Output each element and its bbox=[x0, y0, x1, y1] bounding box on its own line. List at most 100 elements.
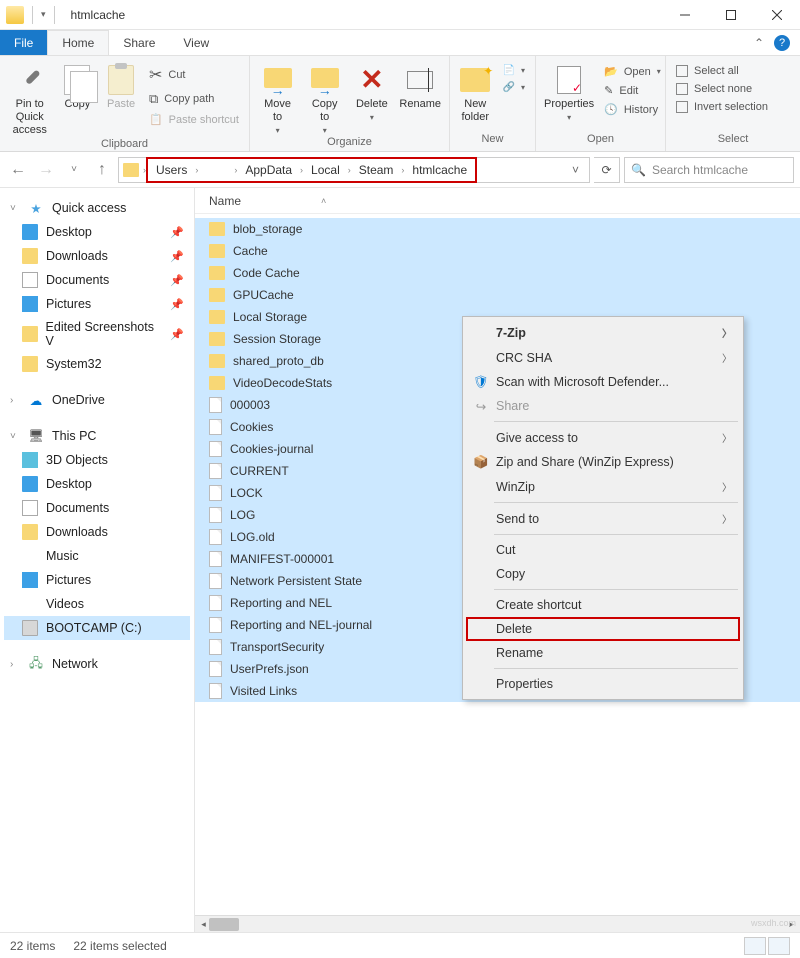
context-menu-item[interactable]: ↪Share bbox=[466, 394, 740, 418]
chevron-right-icon: 〉 bbox=[722, 479, 732, 494]
context-menu-item[interactable]: 7-Zip〉 bbox=[466, 320, 740, 345]
details-view-button[interactable] bbox=[744, 937, 766, 955]
context-menu-item[interactable]: 📦Zip and Share (WinZip Express) bbox=[466, 450, 740, 474]
file-icon bbox=[209, 397, 222, 413]
chevron-right-icon: 〉 bbox=[722, 350, 732, 365]
search-input[interactable]: 🔍 Search htmlcache bbox=[624, 157, 794, 183]
back-button[interactable]: ← bbox=[6, 158, 30, 182]
breadcrumb[interactable]: htmlcache bbox=[408, 161, 471, 179]
edit-button[interactable]: ✎Edit bbox=[602, 83, 663, 98]
up-button[interactable]: ↑ bbox=[90, 158, 114, 182]
folder-icon bbox=[209, 310, 225, 324]
nav-quick-access[interactable]: ˅★Quick access bbox=[4, 196, 190, 220]
nav-item[interactable]: Pictures bbox=[4, 568, 190, 592]
maximize-button[interactable] bbox=[708, 0, 754, 30]
nav-item[interactable]: Documents bbox=[4, 496, 190, 520]
nav-item[interactable]: System32 bbox=[4, 352, 190, 376]
forward-button[interactable]: → bbox=[34, 158, 58, 182]
properties-button[interactable]: Properties▾ bbox=[544, 60, 594, 123]
context-menu-item[interactable]: Rename bbox=[466, 641, 740, 665]
chevron-right-icon: 〉 bbox=[722, 430, 732, 445]
ribbon-tabs: File Home Share View ⌃ ? bbox=[0, 30, 800, 56]
file-icon bbox=[209, 419, 222, 435]
thumbnails-view-button[interactable] bbox=[768, 937, 790, 955]
file-row[interactable]: GPUCache bbox=[195, 284, 800, 306]
copy-path-button[interactable]: ⧉Copy path bbox=[147, 90, 241, 108]
context-menu-item[interactable]: Send to〉 bbox=[466, 506, 740, 531]
context-menu-item[interactable]: Create shortcut bbox=[466, 593, 740, 617]
copy-button[interactable]: Copy bbox=[60, 60, 96, 111]
context-menu-item[interactable]: 🛡Scan with Microsoft Defender... bbox=[466, 370, 740, 394]
docs-icon bbox=[22, 272, 38, 288]
recent-locations-button[interactable]: ˅ bbox=[62, 158, 86, 182]
address-bar-row: ← → ˅ ↑ › Users› › AppData› Local› Steam… bbox=[0, 152, 800, 188]
nav-this-pc[interactable]: ˅🖥This PC bbox=[4, 424, 190, 448]
rename-button[interactable]: Rename bbox=[399, 60, 441, 111]
nav-item[interactable]: Downloads bbox=[4, 520, 190, 544]
context-menu-item[interactable]: Delete bbox=[466, 617, 740, 641]
paste-button[interactable]: Paste bbox=[103, 60, 139, 111]
nav-onedrive[interactable]: ›☁OneDrive bbox=[4, 388, 190, 412]
nav-item[interactable]: Pictures📌 bbox=[4, 292, 190, 316]
open-button[interactable]: 📂Open▾ bbox=[602, 64, 663, 79]
file-row[interactable]: Cache bbox=[195, 240, 800, 262]
nav-item[interactable]: Downloads📌 bbox=[4, 244, 190, 268]
paste-shortcut-button[interactable]: 📋Paste shortcut bbox=[147, 112, 241, 127]
tab-home[interactable]: Home bbox=[47, 30, 109, 55]
tab-share[interactable]: Share bbox=[109, 30, 169, 55]
breadcrumb[interactable]: Steam bbox=[355, 161, 398, 179]
file-row[interactable]: blob_storage bbox=[195, 218, 800, 240]
move-to-button[interactable]: → Move to▾ bbox=[258, 60, 297, 136]
nav-item[interactable]: 3D Objects bbox=[4, 448, 190, 472]
minimize-button[interactable] bbox=[662, 0, 708, 30]
cut-button[interactable]: ✂Cut bbox=[147, 64, 241, 86]
nav-item[interactable]: Documents📌 bbox=[4, 268, 190, 292]
copy-to-button[interactable]: → Copy to▾ bbox=[305, 60, 344, 136]
file-icon bbox=[209, 485, 222, 501]
select-none-icon bbox=[676, 83, 688, 95]
nav-item[interactable]: Music bbox=[4, 544, 190, 568]
context-menu-item[interactable]: CRC SHA〉 bbox=[466, 345, 740, 370]
pin-icon: 📌 bbox=[170, 274, 184, 287]
qat-dropdown[interactable]: ▾ bbox=[41, 9, 46, 20]
address-bar[interactable]: › Users› › AppData› Local› Steam› htmlca… bbox=[118, 157, 590, 183]
nav-network[interactable]: ›🖧Network bbox=[4, 652, 190, 676]
nav-item[interactable]: Desktop📌 bbox=[4, 220, 190, 244]
delete-button[interactable]: ✕ Delete▾ bbox=[352, 60, 391, 123]
folder-icon bbox=[22, 356, 38, 372]
nav-item[interactable]: Edited Screenshots V📌 bbox=[4, 316, 190, 352]
desktop-icon bbox=[22, 476, 38, 492]
column-header-name[interactable]: Name ˄ bbox=[195, 188, 800, 214]
docs-icon bbox=[22, 500, 38, 516]
invert-selection-button[interactable]: Invert selection bbox=[674, 100, 770, 114]
address-dropdown[interactable]: ˅ bbox=[566, 163, 585, 177]
context-menu-item[interactable]: Properties bbox=[466, 672, 740, 696]
easy-access-button[interactable]: 🔗▾ bbox=[501, 81, 527, 94]
collapse-ribbon-button[interactable]: ⌃ bbox=[754, 36, 764, 50]
pin-to-quick-access-button[interactable]: Pin to Quick access bbox=[8, 60, 52, 138]
new-folder-button[interactable]: New folder bbox=[458, 60, 493, 124]
help-button[interactable]: ? bbox=[774, 35, 790, 51]
tab-file[interactable]: File bbox=[0, 30, 47, 55]
context-menu-item[interactable]: WinZip〉 bbox=[466, 474, 740, 499]
breadcrumb[interactable]: Users bbox=[152, 161, 191, 179]
history-button[interactable]: 🕓History bbox=[602, 102, 663, 117]
close-button[interactable] bbox=[754, 0, 800, 30]
new-item-button[interactable]: 📄▾ bbox=[501, 64, 527, 77]
refresh-button[interactable]: ⟳ bbox=[594, 157, 620, 183]
file-row[interactable]: Code Cache bbox=[195, 262, 800, 284]
cloud-icon: ☁ bbox=[28, 392, 44, 408]
breadcrumb[interactable]: Local bbox=[307, 161, 344, 179]
context-menu-item[interactable]: Give access to〉 bbox=[466, 425, 740, 450]
select-none-button[interactable]: Select none bbox=[674, 82, 770, 96]
context-menu-item[interactable]: Cut bbox=[466, 538, 740, 562]
nav-item[interactable]: Desktop bbox=[4, 472, 190, 496]
horizontal-scrollbar[interactable]: ◂▸ bbox=[195, 915, 800, 932]
tab-view[interactable]: View bbox=[169, 30, 223, 55]
group-label: Clipboard bbox=[8, 138, 241, 152]
breadcrumb[interactable]: AppData bbox=[241, 161, 296, 179]
context-menu-item[interactable]: Copy bbox=[466, 562, 740, 586]
select-all-button[interactable]: Select all bbox=[674, 64, 770, 78]
nav-item[interactable]: Videos bbox=[4, 592, 190, 616]
nav-item[interactable]: BOOTCAMP (C:) bbox=[4, 616, 190, 640]
